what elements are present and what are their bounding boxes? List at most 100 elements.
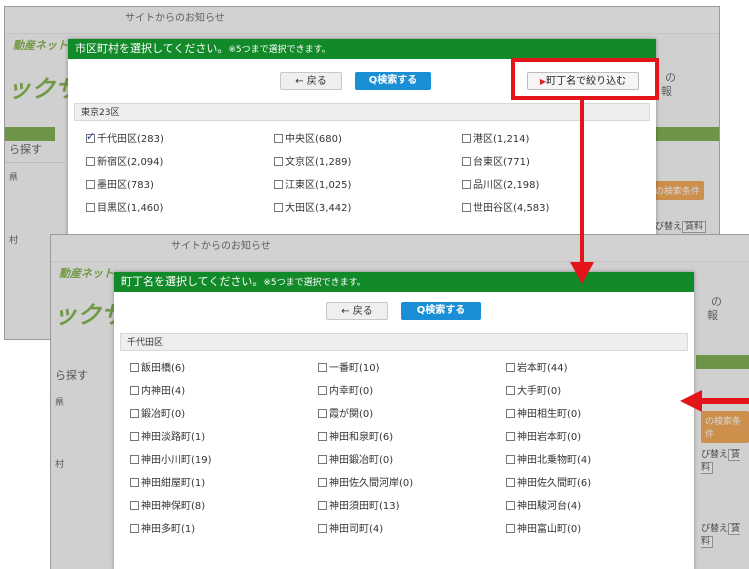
checkbox[interactable] <box>318 432 327 441</box>
checkbox[interactable] <box>318 524 327 533</box>
city-option-label: 江東区(1,025) <box>285 180 352 191</box>
checkbox[interactable] <box>506 363 515 372</box>
checkbox[interactable] <box>506 455 515 464</box>
checkbox[interactable] <box>130 524 139 533</box>
town-option-label: 神田淡路町(1) <box>141 432 206 443</box>
town-option[interactable]: 鍛冶町(0) <box>130 408 185 422</box>
checkbox[interactable] <box>506 432 515 441</box>
arrow-left-icon <box>680 390 749 412</box>
city-option[interactable]: 世田谷区(4,583) <box>462 202 549 216</box>
town-option[interactable]: 神田須田町(13) <box>318 500 400 514</box>
city-option[interactable]: 文京区(1,289) <box>274 156 351 170</box>
city-option[interactable]: 千代田区(283) <box>86 130 164 147</box>
arrow-down-line <box>580 96 584 264</box>
city-option-label: 文京区(1,289) <box>285 157 352 168</box>
town-option[interactable]: 神田淡路町(1) <box>130 431 205 445</box>
back-button-2[interactable]: ← 戻る <box>326 302 388 320</box>
town-option-label: 飯田橋(6) <box>141 363 186 374</box>
town-option-label: 鍛冶町(0) <box>141 409 186 420</box>
checkbox[interactable] <box>130 363 139 372</box>
back-button-label: 戻る <box>306 76 327 87</box>
search-icon-2: Q <box>416 305 426 316</box>
town-option[interactable]: 神田小川町(19) <box>130 454 212 468</box>
city-option[interactable]: 台東区(771) <box>462 156 530 170</box>
city-option[interactable]: 品川区(2,198) <box>462 179 539 193</box>
checkbox[interactable] <box>506 478 515 487</box>
checkbox[interactable] <box>462 157 471 166</box>
town-option-label: 神田司町(4) <box>329 524 384 535</box>
checkbox[interactable] <box>318 363 327 372</box>
city-option[interactable]: 目黒区(1,460) <box>86 202 163 216</box>
town-option[interactable]: 神田鍛冶町(0) <box>318 454 393 468</box>
back-button[interactable]: ← 戻る <box>280 72 342 90</box>
city-option[interactable]: 墨田区(783) <box>86 179 154 193</box>
city-option[interactable]: 江東区(1,025) <box>274 179 351 193</box>
checkbox[interactable] <box>318 386 327 395</box>
checkbox[interactable] <box>506 386 515 395</box>
town-option-label: 一番町(10) <box>329 363 380 374</box>
town-option[interactable]: 岩本町(44) <box>506 362 568 376</box>
town-option[interactable]: 神田神保町(8) <box>130 500 205 514</box>
city-option[interactable]: 中央区(680) <box>274 133 342 147</box>
town-option[interactable]: 神田北乗物町(4) <box>506 454 591 468</box>
city-option[interactable]: 港区(1,214) <box>462 133 529 147</box>
checkbox[interactable] <box>318 478 327 487</box>
city-option-label: 新宿区(2,094) <box>97 157 164 168</box>
town-option-label: 岩本町(44) <box>517 363 568 374</box>
town-option[interactable]: 神田佐久間町(6) <box>506 477 591 491</box>
checkbox[interactable] <box>462 180 471 189</box>
checkbox[interactable] <box>318 455 327 464</box>
search-button[interactable]: Q検索する <box>355 72 431 90</box>
checkbox-checked[interactable] <box>86 130 95 144</box>
town-option[interactable]: 内神田(4) <box>130 385 185 399</box>
checkbox[interactable] <box>86 203 95 212</box>
city-option[interactable]: 大田区(3,442) <box>274 202 351 216</box>
checkbox[interactable] <box>506 524 515 533</box>
search-button-2[interactable]: Q検索する <box>401 302 481 320</box>
town-option[interactable]: 霞が関(0) <box>318 408 373 422</box>
town-option[interactable]: 神田駿河台(4) <box>506 500 581 514</box>
checkbox[interactable] <box>86 157 95 166</box>
checkbox[interactable] <box>274 203 283 212</box>
town-option[interactable]: 神田多町(1) <box>130 523 195 537</box>
town-option[interactable]: 一番町(10) <box>318 362 380 376</box>
checkbox[interactable] <box>274 134 283 143</box>
town-option[interactable]: 内幸町(0) <box>318 385 373 399</box>
town-option-label: 霞が関(0) <box>329 409 374 420</box>
checkbox[interactable] <box>274 180 283 189</box>
filter-button-highlight <box>511 58 659 100</box>
town-option[interactable]: 神田和泉町(6) <box>318 431 393 445</box>
modal-note-2: ※5つまで選択できます。 <box>263 278 366 288</box>
checkbox[interactable] <box>86 180 95 189</box>
town-option[interactable]: 神田紺屋町(1) <box>130 477 205 491</box>
town-option-label: 神田駿河台(4) <box>517 501 582 512</box>
back-arrow-icon: ← <box>295 76 307 87</box>
checkbox[interactable] <box>462 203 471 212</box>
checkbox[interactable] <box>130 409 139 418</box>
modal-header-2: 町丁名を選択してください。※5つまで選択できます。 <box>114 272 694 292</box>
checkbox[interactable] <box>130 432 139 441</box>
checkbox[interactable] <box>274 157 283 166</box>
town-option-label: 内幸町(0) <box>329 386 374 397</box>
checkbox[interactable] <box>506 409 515 418</box>
checkbox[interactable] <box>462 134 471 143</box>
town-option[interactable]: 飯田橋(6) <box>130 362 185 376</box>
town-option[interactable]: 神田司町(4) <box>318 523 383 537</box>
checkbox[interactable] <box>318 409 327 418</box>
town-option[interactable]: 神田相生町(0) <box>506 408 581 422</box>
checkbox[interactable] <box>130 386 139 395</box>
city-option-label: 墨田区(783) <box>97 180 154 191</box>
town-option[interactable]: 神田岩本町(0) <box>506 431 581 445</box>
town-option[interactable]: 神田富山町(0) <box>506 523 581 537</box>
section-header: 東京23区 <box>74 103 650 121</box>
checkbox[interactable] <box>130 478 139 487</box>
city-option[interactable]: 新宿区(2,094) <box>86 156 163 170</box>
checkbox[interactable] <box>130 501 139 510</box>
town-option-label: 神田富山町(0) <box>517 524 582 535</box>
checkbox[interactable] <box>318 501 327 510</box>
city-option-label: 大田区(3,442) <box>285 203 352 214</box>
town-option[interactable]: 神田佐久間河岸(0) <box>318 477 413 491</box>
town-option[interactable]: 大手町(0) <box>506 385 561 399</box>
checkbox[interactable] <box>130 455 139 464</box>
checkbox[interactable] <box>506 501 515 510</box>
